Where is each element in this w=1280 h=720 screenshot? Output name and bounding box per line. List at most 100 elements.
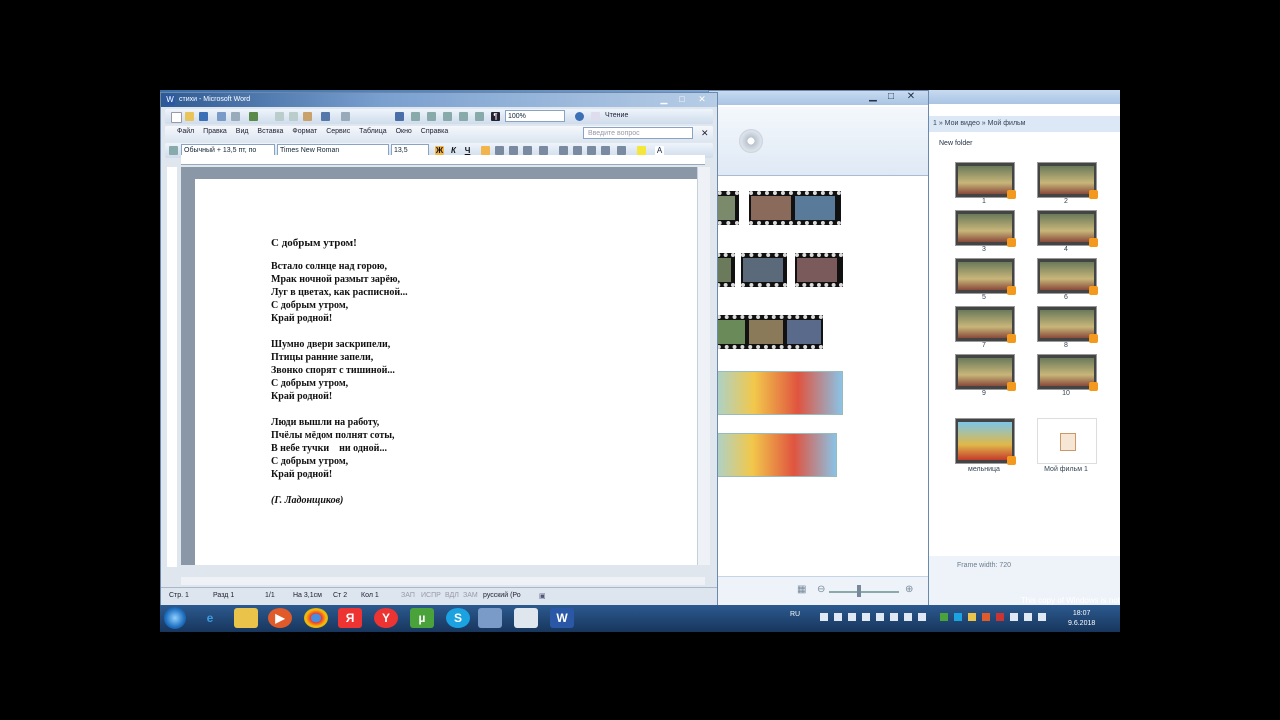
close-icon[interactable]: ✕ [903, 91, 919, 102]
reading-mode-button[interactable]: Чтение [605, 112, 628, 119]
excel-table-icon[interactable] [427, 112, 436, 121]
timeline-clip[interactable] [709, 315, 823, 349]
new-folder-button[interactable]: New folder [939, 140, 972, 147]
timeline-clip-cartoon[interactable] [709, 371, 843, 415]
cut-icon[interactable] [275, 112, 284, 121]
tray-icon[interactable] [940, 613, 948, 621]
zoom-slider-thumb[interactable] [857, 585, 861, 597]
antivirus-icon[interactable] [996, 613, 1004, 621]
spelling-status-icon[interactable]: ▣ [539, 592, 546, 600]
burn-disc-icon[interactable] [739, 129, 763, 153]
tray-icon[interactable] [968, 613, 976, 621]
status-overtype[interactable]: ЗАМ [463, 592, 478, 599]
menu-file[interactable]: Файл [177, 128, 194, 135]
copy-icon[interactable] [289, 112, 298, 121]
explorer-titlebar[interactable] [929, 90, 1120, 104]
vertical-ruler[interactable] [167, 167, 177, 567]
save-icon[interactable] [199, 112, 208, 121]
status-track[interactable]: ИСПР [421, 592, 441, 599]
document-map-icon[interactable] [475, 112, 484, 121]
new-document-icon[interactable] [171, 112, 182, 123]
storyboard-icon[interactable]: ▦ [797, 584, 806, 595]
video-thumbnail-mill[interactable] [955, 418, 1016, 465]
zoom-slider[interactable] [829, 591, 899, 593]
notepad-icon[interactable] [514, 608, 538, 628]
tray-icon[interactable] [954, 613, 962, 621]
align-left-icon[interactable] [481, 146, 490, 155]
status-record[interactable]: ЗАП [401, 592, 415, 599]
highlight-icon[interactable] [637, 146, 646, 155]
video-thumbnail[interactable] [955, 210, 1016, 247]
print-icon[interactable] [217, 112, 226, 121]
undo-icon[interactable] [321, 112, 330, 121]
timeline-clip-cartoon[interactable] [709, 433, 837, 477]
bold-button[interactable]: Ж [435, 146, 444, 155]
video-thumbnail[interactable] [955, 354, 1016, 391]
project-file-thumbnail[interactable] [1037, 418, 1097, 464]
italic-button[interactable]: К [449, 146, 458, 155]
align-center-icon[interactable] [495, 146, 504, 155]
justify-icon[interactable] [523, 146, 532, 155]
ask-question-input[interactable]: Введите вопрос [583, 127, 693, 139]
zoom-select[interactable]: 100% [505, 110, 565, 122]
paste-icon[interactable] [303, 112, 312, 121]
drawing-icon[interactable] [459, 112, 468, 121]
bullets-icon[interactable] [573, 146, 582, 155]
insert-hyperlink-icon[interactable] [395, 112, 404, 121]
word-app-icon[interactable]: W [165, 95, 175, 105]
tray-icon[interactable] [820, 613, 828, 621]
styles-pane-icon[interactable] [169, 146, 178, 155]
status-extend[interactable]: ВДЛ [445, 592, 459, 599]
help-icon[interactable] [575, 112, 584, 121]
show-formatting-icon[interactable]: ¶ [491, 112, 500, 121]
word-window[interactable]: W стихи - Microsoft Word ▁ □ ✕ ¶ 100% Чт… [160, 92, 718, 606]
menu-table[interactable]: Таблица [359, 128, 386, 135]
close-document-icon[interactable]: ✕ [701, 128, 709, 139]
line-spacing-icon[interactable] [539, 146, 548, 155]
zoom-in-icon[interactable]: ⊕ [905, 584, 913, 595]
yandex-icon[interactable]: Я [338, 608, 362, 628]
movie-maker-titlebar[interactable]: ▁ □ ✕ [709, 91, 929, 105]
maximize-icon[interactable]: □ [673, 93, 691, 106]
address-bar[interactable]: 1 » Мои видео » Мой фильм [929, 116, 1120, 132]
document-area[interactable]: С добрым утром! Встало солнце над горою,… [181, 167, 697, 565]
video-thumbnail[interactable] [1037, 258, 1098, 295]
movie-maker-window[interactable]: ▁ □ ✕ ▦ ⊖ ⊕ [708, 90, 930, 607]
chrome-icon[interactable] [304, 608, 328, 628]
timeline-clip[interactable] [795, 253, 843, 287]
movie-maker-icon[interactable] [478, 608, 502, 628]
menu-tools[interactable]: Сервис [326, 128, 350, 135]
increase-indent-icon[interactable] [601, 146, 610, 155]
tray-icon[interactable] [982, 613, 990, 621]
explorer-window[interactable]: 1 » Мои видео » Мой фильм New folder 1 2… [928, 90, 1120, 605]
open-icon[interactable] [185, 112, 194, 121]
tray-icon[interactable] [848, 613, 856, 621]
table-icon[interactable] [411, 112, 420, 121]
vertical-scrollbar[interactable] [697, 167, 710, 565]
video-thumbnail[interactable] [1037, 210, 1098, 247]
print-preview-icon[interactable] [231, 112, 240, 121]
tray-icon[interactable] [876, 613, 884, 621]
flag-icon[interactable] [1010, 613, 1018, 621]
minimize-icon[interactable]: ▁ [865, 91, 881, 102]
word-titlebar[interactable]: W стихи - Microsoft Word ▁ □ ✕ [161, 93, 717, 107]
numbering-icon[interactable] [559, 146, 568, 155]
minimize-icon[interactable]: ▁ [655, 93, 673, 106]
video-thumbnail[interactable] [1037, 354, 1098, 391]
clock[interactable]: 18:07 9.6.2018 [1068, 609, 1095, 629]
video-thumbnail[interactable] [955, 258, 1016, 295]
yandex-browser-icon[interactable]: Y [374, 608, 398, 628]
align-right-icon[interactable] [509, 146, 518, 155]
language-indicator[interactable]: RU [790, 611, 800, 618]
columns-icon[interactable] [443, 112, 452, 121]
document-page[interactable]: С добрым утром! Встало солнце над горою,… [195, 179, 697, 565]
video-thumbnail[interactable] [1037, 162, 1098, 199]
media-player-icon[interactable]: ▶ [268, 608, 292, 628]
poem-text[interactable]: С добрым утром! Встало солнце над горою,… [271, 237, 408, 507]
tray-icon[interactable] [834, 613, 842, 621]
horizontal-scrollbar[interactable] [181, 577, 705, 585]
menu-edit[interactable]: Правка [203, 128, 227, 135]
borders-icon[interactable] [617, 146, 626, 155]
timeline-clip[interactable] [741, 253, 787, 287]
start-button[interactable] [164, 607, 186, 629]
